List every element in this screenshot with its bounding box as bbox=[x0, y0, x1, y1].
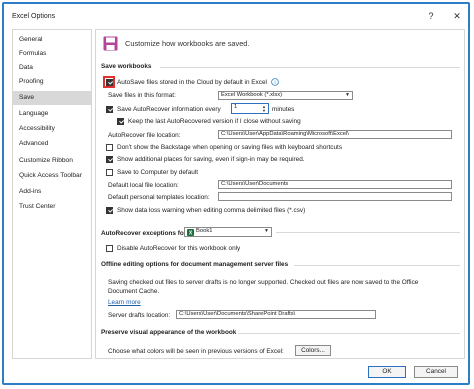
excel-options-dialog: Excel Options ? ✕ General Formulas Data … bbox=[2, 2, 470, 385]
offline-description-line2: Document Cache. bbox=[108, 288, 160, 295]
show-additional-places-checkbox[interactable] bbox=[106, 156, 113, 163]
save-format-dropdown[interactable]: Excel Workbook (*.xlsx) ▼ bbox=[218, 91, 353, 100]
sidebar-item-customize-ribbon[interactable]: Customize Ribbon bbox=[13, 154, 91, 168]
autorecover-exceptions-header: AutoRecover exceptions for: bbox=[101, 230, 189, 237]
spinner-arrows-icon: ▲ ▼ bbox=[262, 104, 266, 113]
section-divider bbox=[294, 265, 460, 266]
sidebar-item-add-ins[interactable]: Add-ins bbox=[13, 185, 91, 199]
save-workbooks-header: Save workbooks bbox=[101, 63, 152, 70]
excel-workbook-icon: X bbox=[187, 229, 194, 236]
save-icon bbox=[103, 36, 118, 51]
show-additional-places-label: Show additional places for saving, even … bbox=[117, 156, 305, 163]
ok-button[interactable]: OK bbox=[368, 366, 406, 378]
section-divider bbox=[238, 333, 460, 334]
sidebar-item-trust-center[interactable]: Trust Center bbox=[13, 200, 91, 214]
dialog-title: Excel Options bbox=[12, 13, 56, 20]
server-drafts-location-value: C:\Users\User\Documents\SharePoint Draft… bbox=[179, 311, 296, 317]
learn-more-link[interactable]: Learn more bbox=[108, 299, 141, 306]
cancel-button[interactable]: Cancel bbox=[414, 366, 458, 378]
autorecover-location-input[interactable]: C:\Users\User\AppData\Roaming\Microsoft\… bbox=[218, 130, 452, 139]
show-data-loss-warning-label: Show data loss warning when editing comm… bbox=[117, 207, 306, 214]
sidebar-item-data[interactable]: Data bbox=[13, 61, 91, 75]
sidebar-item-accessibility[interactable]: Accessibility bbox=[13, 122, 91, 136]
dont-show-backstage-checkbox[interactable] bbox=[106, 144, 113, 151]
sidebar-item-advanced[interactable]: Advanced bbox=[13, 137, 91, 151]
sidebar-item-save[interactable]: Save bbox=[13, 91, 91, 105]
workbook-selector-dropdown[interactable]: X Book1 ▼ bbox=[184, 227, 272, 237]
offline-description-line1: Saving checked out files to server draft… bbox=[108, 279, 419, 286]
autorecover-every-label: Save AutoRecover information every bbox=[117, 106, 221, 113]
info-icon[interactable]: i bbox=[271, 78, 279, 86]
colors-button[interactable]: Colors... bbox=[295, 345, 331, 356]
disable-autorecover-checkbox[interactable] bbox=[106, 245, 113, 252]
save-format-value: Excel Workbook (*.xlsx) bbox=[221, 92, 283, 98]
default-local-location-label: Default local file location: bbox=[108, 182, 179, 189]
default-local-location-value: C:\Users\User\Documents bbox=[221, 181, 289, 187]
title-bar: Excel Options ? ✕ bbox=[4, 4, 468, 28]
sidebar-item-general[interactable]: General bbox=[13, 33, 91, 47]
autorecover-location-label: AutoRecover file location: bbox=[108, 132, 181, 139]
autorecover-minutes-value: 1 bbox=[234, 104, 238, 110]
dont-show-backstage-label: Don't show the Backstage when opening or… bbox=[117, 144, 343, 151]
colors-label: Choose what colors will be seen in previ… bbox=[108, 348, 284, 355]
visual-appearance-header: Preserve visual appearance of the workbo… bbox=[101, 329, 237, 336]
sidebar-item-formulas[interactable]: Formulas bbox=[13, 47, 91, 61]
save-to-computer-checkbox[interactable] bbox=[106, 169, 113, 176]
save-options-panel: Customize how workbooks are saved. Save … bbox=[95, 29, 465, 359]
chevron-down-icon: ▼ bbox=[345, 92, 350, 98]
svg-text:i: i bbox=[274, 80, 275, 86]
server-drafts-label: Server drafts location: bbox=[108, 312, 171, 319]
autorecover-every-checkbox[interactable] bbox=[106, 106, 113, 113]
save-format-label: Save files in this format: bbox=[108, 92, 176, 99]
keep-last-autorecovered-label: Keep the last AutoRecovered version if I… bbox=[128, 118, 301, 125]
section-divider bbox=[160, 67, 460, 68]
workbook-selector-value: Book1 bbox=[196, 228, 213, 234]
autorecover-location-value: C:\Users\User\AppData\Roaming\Microsoft\… bbox=[221, 131, 349, 137]
offline-editing-header: Offline editing options for document man… bbox=[101, 261, 289, 268]
help-button[interactable]: ? bbox=[424, 9, 438, 23]
options-sidebar: General Formulas Data Proofing Save Lang… bbox=[12, 29, 92, 359]
show-data-loss-warning-checkbox[interactable] bbox=[106, 207, 113, 214]
autorecover-minutes-spinner[interactable]: 1 ▲ ▼ bbox=[231, 103, 269, 114]
chevron-down-icon: ▼ bbox=[264, 228, 269, 234]
sidebar-item-quick-access-toolbar[interactable]: Quick Access Toolbar bbox=[13, 169, 91, 183]
autosave-cloud-label: AutoSave files stored in the Cloud by de… bbox=[117, 79, 267, 86]
disable-autorecover-label: Disable AutoRecover for this workbook on… bbox=[117, 245, 241, 252]
minutes-label: minutes bbox=[272, 106, 295, 113]
default-templates-location-label: Default personal templates location: bbox=[108, 194, 210, 201]
server-drafts-location-input[interactable]: C:\Users\User\Documents\SharePoint Draft… bbox=[176, 310, 376, 319]
save-to-computer-label: Save to Computer by default bbox=[117, 169, 198, 176]
page-heading: Customize how workbooks are saved. bbox=[125, 39, 250, 48]
section-divider bbox=[276, 232, 460, 233]
default-local-location-input[interactable]: C:\Users\User\Documents bbox=[218, 180, 452, 189]
close-button[interactable]: ✕ bbox=[450, 9, 464, 23]
sidebar-item-proofing[interactable]: Proofing bbox=[13, 75, 91, 89]
autosave-cloud-checkbox[interactable] bbox=[106, 79, 113, 86]
sidebar-item-language[interactable]: Language bbox=[13, 107, 91, 121]
default-templates-location-input[interactable] bbox=[218, 192, 452, 201]
keep-last-autorecovered-checkbox[interactable] bbox=[117, 118, 124, 125]
